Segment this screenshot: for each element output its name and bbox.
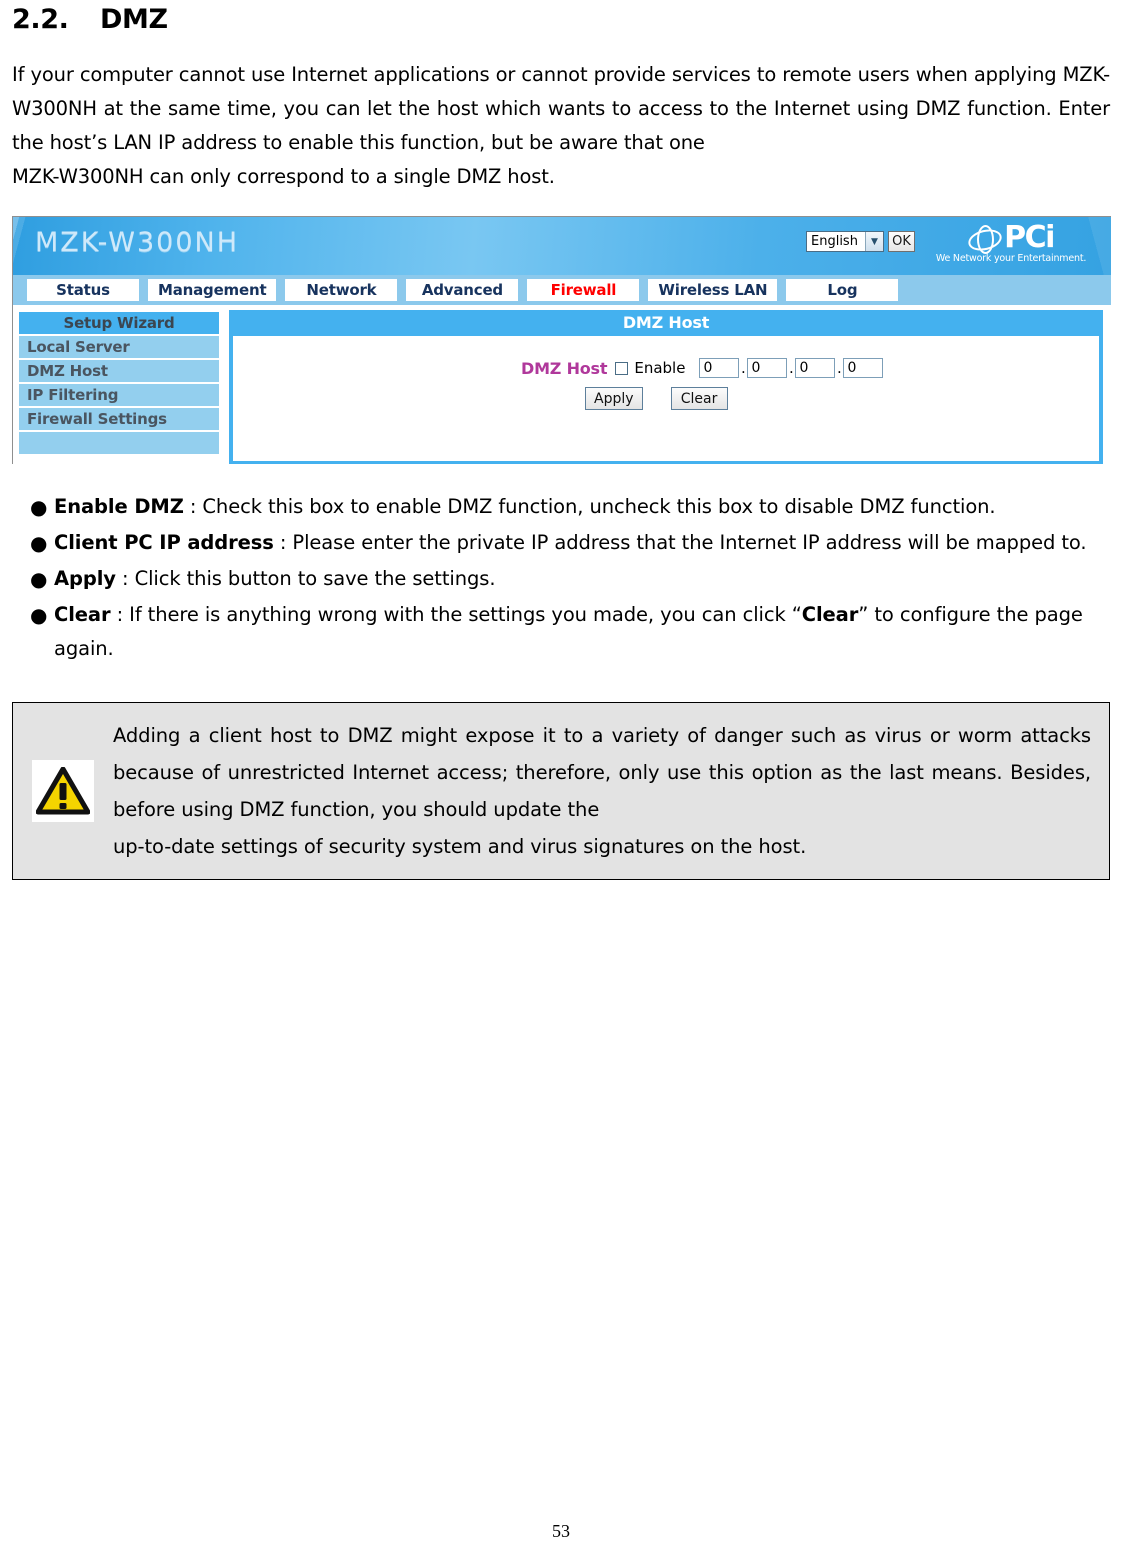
list-item: ● Enable DMZ : Check this box to enable … — [12, 490, 1110, 524]
list-item-text: Enable DMZ : Check this box to enable DM… — [54, 490, 1110, 524]
list-item-text: Apply : Click this button to save the se… — [54, 562, 1110, 596]
brand-logo-row: PCi — [925, 221, 1097, 255]
brand-logo: PCi We Network your Entertainment. — [925, 221, 1097, 271]
nav-tab-management[interactable]: Management — [148, 279, 277, 301]
sidebar-item-blank — [19, 432, 219, 454]
list-item-term: Apply — [54, 567, 116, 590]
list-item-description: : Click this button to save the settings… — [115, 567, 496, 590]
ip-octet-1[interactable]: 0 — [699, 358, 740, 378]
panel-content: DMZ Host Enable 0 . 0 . 0 . 0 Apply Clea… — [233, 336, 1099, 460]
warning-icon-card — [32, 760, 94, 822]
warning-note-body-last-line: up-to-date settings of security system a… — [113, 835, 807, 858]
dmz-host-label: DMZ Host — [521, 358, 608, 378]
language-ok-button[interactable]: OK — [888, 231, 915, 252]
nav-tab-log[interactable]: Log — [786, 279, 899, 301]
router-ui-screenshot: MZK-W300NH English ▼ OK PCi We Network y… — [12, 216, 1111, 464]
router-body: Setup Wizard Local Server DMZ Host IP Fi… — [13, 305, 1111, 464]
list-item: ● Clear : If there is anything wrong wit… — [12, 598, 1110, 666]
ip-separator-1: . — [741, 359, 746, 377]
warning-note-box: Adding a client host to DMZ might expose… — [12, 702, 1110, 880]
section-title: DMZ — [100, 4, 168, 35]
pci-globe-icon — [966, 225, 1005, 254]
language-select[interactable]: English ▼ — [806, 231, 884, 252]
bullet-marker: ● — [30, 495, 48, 519]
warning-note-text: Adding a client host to DMZ might expose… — [113, 717, 1091, 865]
list-item-text: Clear : If there is anything wrong with … — [54, 598, 1110, 666]
page-number: 53 — [552, 1521, 570, 1541]
nav-tab-status[interactable]: Status — [27, 279, 139, 301]
sidebar-item-setup-wizard[interactable]: Setup Wizard — [19, 312, 219, 336]
nav-tab-network[interactable]: Network — [285, 279, 398, 301]
list-item-description-before: : If there is anything wrong with the se… — [110, 603, 802, 626]
router-sidebar: Setup Wizard Local Server DMZ Host IP Fi… — [19, 312, 219, 464]
list-item-text: Client PC IP address : Please enter the … — [54, 526, 1110, 560]
brand-tagline: We Network your Entertainment. — [935, 253, 1087, 264]
warning-icon-cell — [13, 760, 113, 822]
nav-tab-wireless-lan[interactable]: Wireless LAN — [648, 279, 778, 301]
section-heading: 2.2. DMZ — [12, 0, 1110, 44]
list-item: ● Apply : Click this button to save the … — [12, 562, 1110, 596]
language-select-value: English — [811, 234, 858, 249]
router-header-banner: MZK-W300NH English ▼ OK PCi We Network y… — [13, 217, 1111, 275]
nav-tab-advanced[interactable]: Advanced — [406, 279, 519, 301]
ip-octet-2[interactable]: 0 — [747, 358, 788, 378]
ip-address-octets: 0 . 0 . 0 . 0 — [699, 358, 884, 378]
sidebar-item-local-server[interactable]: Local Server — [19, 336, 219, 360]
sidebar-item-ip-filtering[interactable]: IP Filtering — [19, 384, 219, 408]
panel-title: DMZ Host — [229, 310, 1103, 336]
intro-text-last-line: MZK-W300NH can only correspond to a sing… — [12, 165, 555, 188]
apply-button[interactable]: Apply — [585, 387, 643, 410]
sidebar-item-firewall-settings[interactable]: Firewall Settings — [19, 408, 219, 432]
chevron-down-icon[interactable]: ▼ — [865, 232, 883, 251]
list-item: ● Client PC IP address : Please enter th… — [12, 526, 1110, 560]
bullet-list: ● Enable DMZ : Check this box to enable … — [12, 490, 1110, 666]
list-item-term: Client PC IP address — [54, 531, 274, 554]
list-item-emphasis: Clear — [801, 603, 859, 626]
language-selector-group: English ▼ OK — [806, 231, 915, 252]
warning-note-body: Adding a client host to DMZ might expose… — [113, 724, 1091, 821]
bullet-marker: ● — [30, 567, 48, 591]
enable-checkbox[interactable] — [615, 361, 629, 375]
intro-text: If your computer cannot use Internet app… — [12, 63, 1110, 154]
list-item-description: : Check this box to enable DMZ function,… — [183, 495, 996, 518]
warning-triangle-icon — [36, 767, 90, 815]
bullet-marker: ● — [30, 531, 48, 555]
list-item-description: : Please enter the private IP address th… — [273, 531, 1087, 554]
panel-button-row: Apply Clear — [233, 387, 1099, 410]
bullet-marker: ● — [30, 603, 48, 627]
ip-separator-2: . — [789, 359, 794, 377]
clear-button[interactable]: Clear — [670, 387, 728, 410]
router-nav-bar: Status Management Network Advanced Firew… — [13, 275, 1111, 305]
brand-name: PCi — [1004, 220, 1055, 255]
router-model-name: MZK-W300NH — [35, 227, 240, 258]
enable-checkbox-label: Enable — [634, 359, 686, 377]
list-item-term: Clear — [54, 603, 111, 626]
intro-paragraph: If your computer cannot use Internet app… — [12, 58, 1110, 194]
sidebar-item-dmz-host[interactable]: DMZ Host — [19, 360, 219, 384]
section-number: 2.2. — [12, 4, 69, 35]
document-page: 2.2. DMZ If your computer cannot use Int… — [0, 0, 1122, 1560]
nav-tab-firewall[interactable]: Firewall — [527, 279, 640, 301]
ip-octet-3[interactable]: 0 — [795, 358, 836, 378]
ip-separator-3: . — [837, 359, 842, 377]
dmz-host-field-row: DMZ Host Enable 0 . 0 . 0 . 0 — [233, 358, 1099, 378]
dmz-host-panel: DMZ Host DMZ Host Enable 0 . 0 . 0 . 0 A… — [229, 310, 1103, 464]
list-item-term: Enable DMZ — [54, 495, 184, 518]
ip-octet-4[interactable]: 0 — [843, 358, 884, 378]
